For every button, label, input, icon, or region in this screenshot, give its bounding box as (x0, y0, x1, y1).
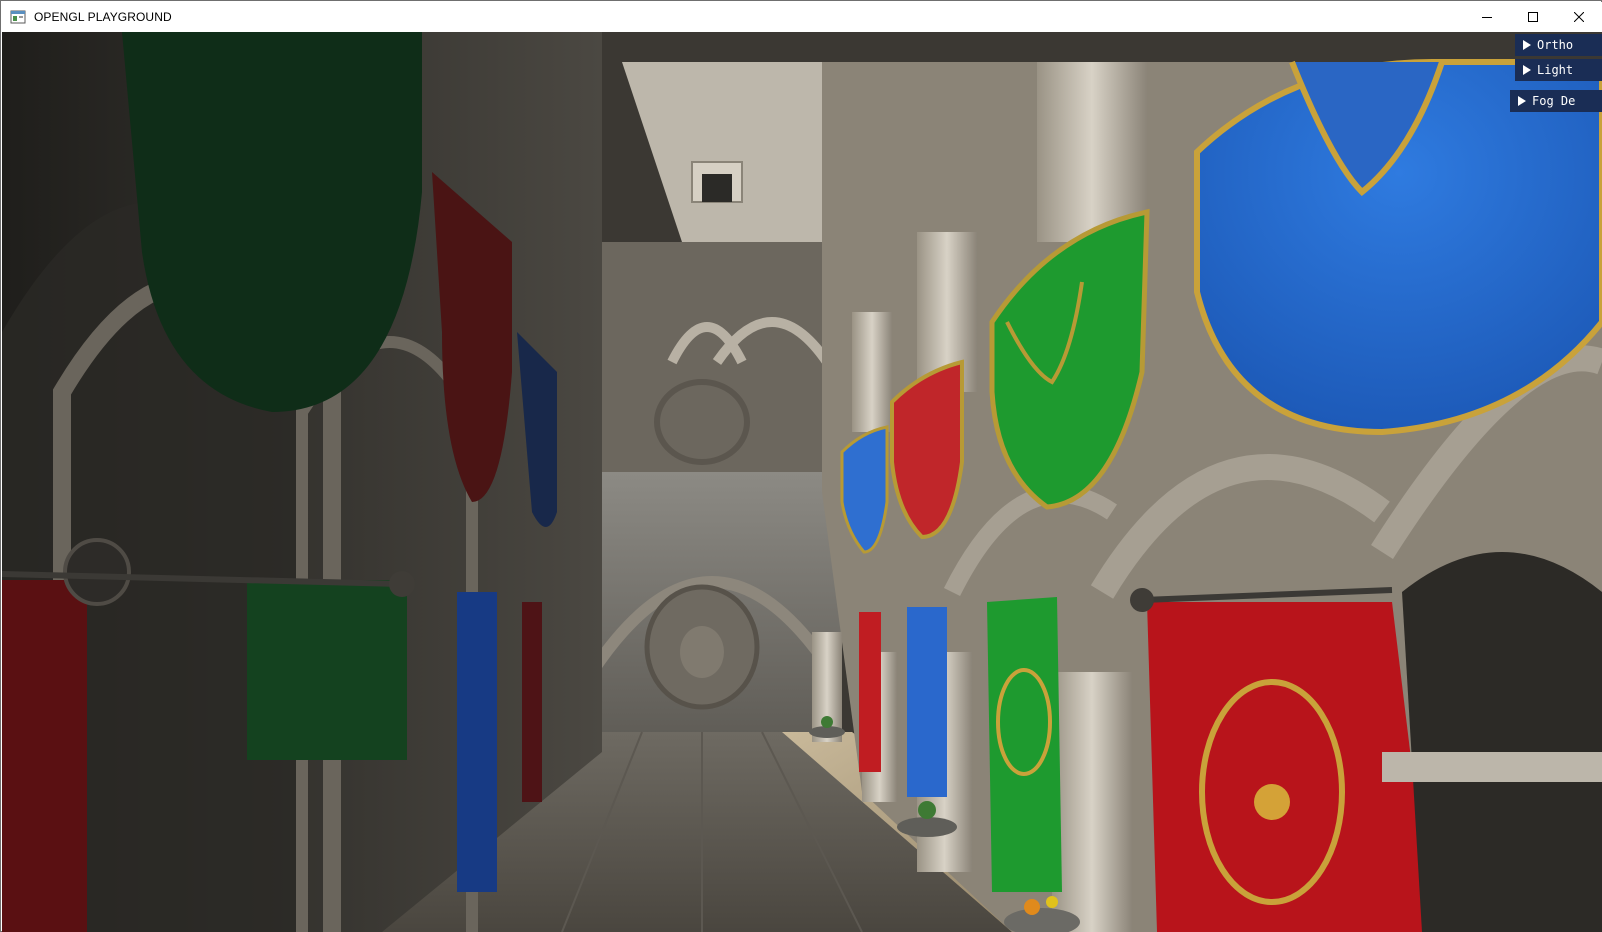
application-window: OPENGL PLAYGROUND Ortho Light Fog De (0, 0, 1602, 932)
sponza-scene (2, 32, 1602, 932)
app-window-icon (10, 10, 26, 24)
window-controls (1464, 2, 1602, 32)
panel-label: Light (1537, 63, 1574, 77)
maximize-icon (1528, 12, 1538, 22)
collapse-arrow-icon (1518, 96, 1526, 106)
panel-label: Fog De (1532, 94, 1576, 108)
window-title: OPENGL PLAYGROUND (34, 10, 172, 24)
collapse-arrow-icon (1523, 65, 1531, 75)
collapse-arrow-icon (1523, 40, 1531, 50)
panel-label: Ortho (1537, 38, 1574, 52)
close-icon (1574, 12, 1584, 22)
imgui-panel-ortho[interactable]: Ortho (1515, 34, 1602, 56)
minimize-button[interactable] (1464, 2, 1510, 32)
render-viewport[interactable]: Ortho Light Fog De (2, 32, 1602, 932)
close-button[interactable] (1556, 2, 1602, 32)
maximize-button[interactable] (1510, 2, 1556, 32)
minimize-icon (1482, 17, 1492, 18)
title-bar[interactable]: OPENGL PLAYGROUND (2, 2, 1602, 32)
imgui-panel-fog[interactable]: Fog De (1510, 90, 1602, 112)
imgui-panel-light[interactable]: Light (1515, 59, 1602, 81)
